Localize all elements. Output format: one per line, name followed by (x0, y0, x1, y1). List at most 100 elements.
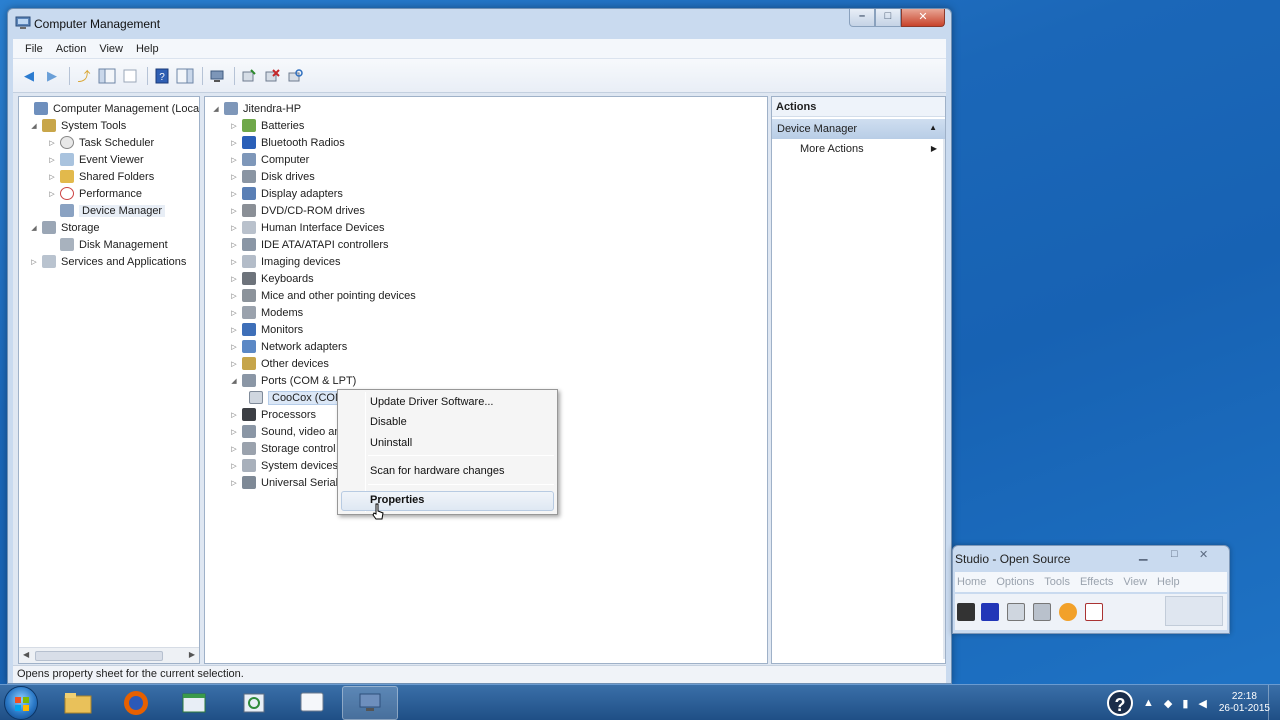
device-category-item[interactable]: ▷ Processors (229, 406, 316, 423)
uninstall-icon[interactable] (262, 66, 282, 86)
studio-menu-view[interactable]: View (1123, 576, 1147, 588)
menu-action[interactable]: Action (56, 43, 87, 55)
close-icon[interactable]: ✕ (1199, 548, 1208, 561)
tree-item-task-scheduler[interactable]: ▷ Task Scheduler (47, 134, 154, 151)
close-button[interactable]: ✕ (901, 9, 945, 27)
actions-group-device-manager[interactable]: Device Manager ▲ (772, 119, 945, 139)
device-category-item[interactable]: ▷ Storage control (229, 440, 336, 457)
expand-arrow-icon[interactable]: ▷ (47, 190, 57, 198)
scroll-left-icon[interactable]: ◀ (23, 650, 29, 659)
taskbar-firefox-button[interactable] (108, 686, 164, 720)
device-category-item[interactable]: ▷ Keyboards (229, 270, 314, 287)
device-category-item[interactable]: ▷ Imaging devices (229, 253, 341, 270)
menu-view[interactable]: View (99, 43, 123, 55)
device-category-item[interactable]: ▷ Monitors (229, 321, 303, 338)
menu-item-uninstall[interactable]: Uninstall (370, 433, 412, 453)
expand-arrow-icon[interactable]: ▷ (229, 207, 239, 215)
menu-item-scan-hardware[interactable]: Scan for hardware changes (370, 461, 505, 481)
power-icon[interactable]: ▮ (1182, 697, 1188, 710)
device-category-item[interactable]: ◢ Ports (COM & LPT) (229, 372, 356, 389)
scan-hardware-icon[interactable] (285, 66, 305, 86)
settings-gear-icon[interactable] (1059, 603, 1077, 621)
device-category-item[interactable]: ▷ Modems (229, 304, 303, 321)
scrollbar-thumb[interactable] (35, 651, 163, 661)
tree-item-disk-management[interactable]: Disk Management (47, 236, 168, 253)
expand-arrow-icon[interactable]: ▷ (229, 309, 239, 317)
device-category-item[interactable]: ▷ Human Interface Devices (229, 219, 385, 236)
expand-arrow-icon[interactable]: ▷ (229, 411, 239, 419)
menu-help[interactable]: Help (136, 43, 159, 55)
device-category-item[interactable]: ▷ IDE ATA/ATAPI controllers (229, 236, 389, 253)
studio-menu-tools[interactable]: Tools (1044, 576, 1070, 588)
collapse-arrow-icon[interactable]: ◢ (29, 224, 39, 232)
studio-menu-home[interactable]: Home (957, 576, 986, 588)
studio-menu-options[interactable]: Options (996, 576, 1034, 588)
show-hidden-icons-icon[interactable]: ▲ (1143, 697, 1154, 709)
studio-menu-help[interactable]: Help (1157, 576, 1180, 588)
expand-arrow-icon[interactable]: ▷ (229, 224, 239, 232)
menu-item-update-driver[interactable]: Update Driver Software... (370, 392, 494, 412)
expand-arrow-icon[interactable]: ▷ (229, 292, 239, 300)
studio-menu-effects[interactable]: Effects (1080, 576, 1113, 588)
vertical-scrollbar[interactable] (943, 139, 945, 659)
device-category-item[interactable]: ▷ Disk drives (229, 168, 315, 185)
device-category-item[interactable]: ▷ System devices (229, 457, 338, 474)
device-category-item[interactable]: ▷ Network adapters (229, 338, 347, 355)
tree-item-services-applications[interactable]: ▷ Services and Applications (29, 253, 186, 270)
expand-arrow-icon[interactable]: ▷ (229, 156, 239, 164)
device-category-item[interactable]: ▷ Display adapters (229, 185, 343, 202)
expand-arrow-icon[interactable]: ▷ (229, 190, 239, 198)
taskbar-app-button[interactable] (166, 686, 222, 720)
expand-arrow-icon[interactable]: ▷ (229, 360, 239, 368)
expand-arrow-icon[interactable]: ▷ (47, 156, 57, 164)
clock[interactable]: 22:18 26-01-2015 (1219, 691, 1270, 715)
title-bar[interactable]: Computer Management – □ ✕ (8, 9, 951, 37)
expand-arrow-icon[interactable]: ▷ (229, 479, 239, 487)
expand-arrow-icon[interactable]: ▷ (229, 258, 239, 266)
device-category-item[interactable]: ▷ Mice and other pointing devices (229, 287, 416, 304)
more-actions-link[interactable]: More Actions (800, 143, 864, 155)
device-category-item[interactable]: ▷ Computer (229, 151, 309, 168)
audio-mixer-icon[interactable] (1085, 603, 1103, 621)
expand-arrow-icon[interactable]: ▷ (229, 428, 239, 436)
collapse-up-icon[interactable]: ▲ (929, 123, 937, 132)
expand-arrow-icon[interactable]: ▷ (47, 139, 57, 147)
screen-icon[interactable] (1007, 603, 1025, 621)
back-arrow-icon[interactable]: ◀ (19, 66, 39, 86)
collapse-arrow-icon[interactable]: ◢ (229, 377, 239, 385)
tree-item-storage[interactable]: ◢ Storage (29, 219, 100, 236)
volume-icon[interactable]: ◀ (1198, 697, 1206, 710)
show-hide-tree-icon[interactable] (97, 66, 117, 86)
device-manager-icon[interactable] (207, 66, 227, 86)
taskbar-studio-button[interactable] (284, 686, 340, 720)
tree-item-computer-management[interactable]: Computer Management (Local (21, 100, 199, 117)
minimize-icon[interactable]: ▁ (1139, 548, 1147, 561)
properties-sheet-icon[interactable] (120, 66, 140, 86)
update-driver-icon[interactable] (239, 66, 259, 86)
camera-icon[interactable] (1033, 603, 1051, 621)
taskbar-computer-management-button[interactable] (342, 686, 398, 720)
taskbar-recycle-button[interactable] (226, 686, 282, 720)
device-category-item[interactable]: ▷ Sound, video an (229, 423, 341, 440)
help-icon[interactable]: ? (152, 66, 172, 86)
tree-item-performance[interactable]: ▷ Performance (47, 185, 142, 202)
up-folder-icon[interactable]: ⤴ (74, 66, 94, 86)
expand-arrow-icon[interactable]: ▷ (229, 326, 239, 334)
tree-item-shared-folders[interactable]: ▷ Shared Folders (47, 168, 154, 185)
device-category-item[interactable]: ▷ Other devices (229, 355, 329, 372)
expand-arrow-icon[interactable]: ▷ (229, 241, 239, 249)
forward-arrow-icon[interactable]: ▶ (42, 66, 62, 86)
stop-icon[interactable] (957, 603, 975, 621)
tree-item-system-tools[interactable]: ◢ System Tools (29, 117, 126, 134)
expand-arrow-icon[interactable]: ▷ (47, 173, 57, 181)
expand-arrow-icon[interactable]: ▷ (229, 343, 239, 351)
menu-item-disable[interactable]: Disable (370, 412, 407, 432)
expand-arrow-icon[interactable]: ▷ (229, 122, 239, 130)
record-area-icon[interactable] (981, 603, 999, 621)
expand-arrow-icon[interactable]: ▷ (229, 462, 239, 470)
device-category-item[interactable]: ▷ Batteries (229, 117, 304, 134)
expand-arrow-icon[interactable]: ▷ (229, 173, 239, 181)
taskbar-explorer-button[interactable] (50, 686, 106, 720)
maximize-icon[interactable]: □ (1171, 548, 1178, 560)
expand-arrow-icon[interactable]: ▷ (29, 258, 39, 266)
